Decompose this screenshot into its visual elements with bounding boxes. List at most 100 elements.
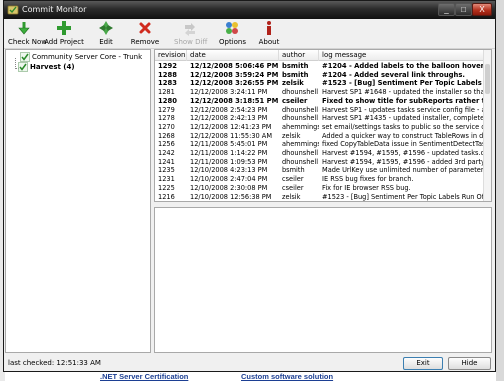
close-button[interactable]: X	[472, 3, 492, 16]
cell-date: 12/11/2008 1:14:22 PM	[190, 149, 268, 157]
remove-label: Remove	[130, 38, 160, 46]
cell-revision: 1292	[158, 62, 177, 70]
cell-date: 12/10/2008 12:56:38 PM	[190, 192, 272, 201]
cell-author: cseiler	[282, 96, 308, 105]
cell-message: Fix for IE browser RSS bug.	[322, 183, 411, 192]
cell-date: 12/12/2008 3:59:24 PM	[190, 70, 279, 79]
column-header-author[interactable]: author	[279, 50, 319, 61]
table-row[interactable]: 1256 12/11/2008 5:45:01 PM ahemmings fixed …	[155, 140, 484, 149]
table-row[interactable]: 1268 12/12/2008 11:55:30 AM zelsik Added a …	[155, 132, 484, 141]
vertical-scrollbar[interactable]	[483, 50, 491, 201]
cell-author: zelsik	[282, 79, 304, 88]
edit-icon	[99, 21, 113, 35]
column-header-revision[interactable]: revision	[155, 50, 187, 61]
column-header-date[interactable]: date	[187, 50, 279, 61]
cell-author: dhounshell	[282, 105, 319, 114]
cell-revision: 1283	[158, 79, 177, 88]
cell-date: 12/10/2008 4:23:13 PM	[190, 166, 268, 175]
toolbar: Check Now Add Project Edit Remove Show D…	[4, 19, 495, 49]
cell-message: #1523 - [Bug] Sentiment Per Topic Labels…	[322, 192, 484, 201]
cell-revision: 1231	[158, 175, 175, 184]
options-icon	[226, 22, 238, 34]
cell-revision: 1225	[158, 183, 175, 192]
cell-revision: 1242	[158, 149, 175, 157]
tree-item-community-server[interactable]: Community Server Core - Trunk	[20, 52, 142, 62]
cell-message: Harvest #1594, #1595, #1596 - updated ta…	[322, 149, 484, 157]
remove-icon	[139, 22, 151, 34]
cell-author: zelsik	[282, 131, 301, 140]
table-row[interactable]: 1231 12/10/2008 2:47:04 PM cseiler IE RSS b…	[155, 175, 484, 184]
hide-button[interactable]: Hide	[448, 357, 491, 370]
cell-date: 12/12/2008 3:26:55 PM	[190, 79, 279, 88]
cell-revision: 1278	[158, 114, 175, 123]
cell-revision: 1280	[158, 96, 177, 105]
cell-message: Made UrlKey use unlimited number of para…	[322, 166, 484, 175]
exit-button[interactable]: Exit	[403, 357, 443, 370]
add-project-button[interactable]: Add Project	[44, 20, 84, 48]
title-bar[interactable]: Commit Monitor _ □ X	[4, 1, 495, 19]
cell-author: dhounshell	[282, 157, 319, 166]
table-row[interactable]: 1288 12/12/2008 3:59:24 PM bsmith #1204 - A…	[155, 71, 484, 80]
cell-message: #1204 - Added several link throughs.	[322, 70, 465, 79]
show-diff-icon	[185, 23, 195, 36]
commit-monitor-window: Commit Monitor _ □ X Check Now Add Proje…	[3, 0, 496, 372]
cell-date: 12/10/2008 2:47:04 PM	[190, 175, 268, 184]
about-icon	[267, 21, 271, 35]
cell-date: 12/12/2008 2:54:23 PM	[190, 105, 268, 114]
cell-revision: 1288	[158, 70, 177, 79]
commit-detail-pane[interactable]	[154, 207, 492, 353]
status-bar: last checked: 12:51:33 AM Exit Hide	[4, 353, 495, 371]
cell-message: Harvest SP1 - updates tasks service conf…	[322, 105, 484, 114]
cell-revision: 1268	[158, 131, 175, 140]
window-title: Commit Monitor	[22, 5, 87, 14]
cell-revision: 1256	[158, 140, 175, 149]
background-link[interactable]: Custom software solution	[241, 372, 333, 381]
check-now-button[interactable]: Check Now	[8, 20, 48, 48]
cell-message: Added a quicker way to construct TableRo…	[322, 131, 484, 140]
tree-item-harvest[interactable]: Harvest (4)	[18, 62, 75, 72]
last-checked-text: last checked: 12:51:33 AM	[8, 359, 101, 367]
table-row[interactable]: 1242 12/11/2008 1:14:22 PM dhounshell Harve…	[155, 149, 484, 158]
table-row[interactable]: 1278 12/12/2008 2:42:13 PM dhounshell Harve…	[155, 114, 484, 123]
scrollbar-thumb[interactable]	[485, 64, 490, 94]
remove-button[interactable]: Remove	[130, 20, 160, 48]
minimize-button[interactable]: _	[438, 3, 455, 16]
edit-button[interactable]: Edit	[95, 20, 117, 48]
cell-message: fixed CopyTableData issue in SentimentDe…	[322, 140, 484, 149]
table-row[interactable]: 1270 12/12/2008 12:41:23 PM ahemmings set e…	[155, 123, 484, 132]
about-label: About	[258, 38, 280, 46]
table-row[interactable]: 1225 12/10/2008 2:30:08 PM cseiler Fix for …	[155, 184, 484, 193]
table-row[interactable]: 1241 12/11/2008 1:09:53 PM dhounshell Harve…	[155, 158, 484, 167]
tree-item-label: Harvest (4)	[30, 63, 75, 71]
project-tree[interactable]: Community Server Core - Trunk Harvest (4…	[5, 49, 151, 353]
table-row[interactable]: 1292 12/12/2008 5:06:46 PM bsmith #1204 - A…	[155, 62, 484, 71]
cell-author: dhounshell	[282, 149, 319, 157]
options-button[interactable]: Options	[219, 20, 246, 48]
table-row[interactable]: 1216 12/10/2008 12:56:38 PM zelsik #1523 - …	[155, 193, 484, 202]
about-button[interactable]: About	[258, 20, 280, 48]
check-now-label: Check Now	[8, 38, 48, 46]
check-now-icon	[18, 22, 30, 35]
table-row[interactable]: 1283 12/12/2008 3:26:55 PM zelsik #1523 - […	[155, 79, 484, 88]
cell-date: 12/12/2008 5:06:46 PM	[190, 62, 279, 70]
commit-list[interactable]: revision date author log message 1292 12/…	[154, 49, 492, 202]
cell-revision: 1270	[158, 122, 175, 131]
background-link[interactable]: .NET Server Certification	[100, 372, 188, 381]
cell-revision: 1281	[158, 88, 175, 97]
cell-date: 12/11/2008 1:09:53 PM	[190, 157, 268, 166]
cell-message: set email/settings tasks to public so th…	[322, 122, 484, 131]
maximize-button[interactable]: □	[455, 3, 472, 16]
table-row[interactable]: 1235 12/10/2008 4:23:13 PM bsmith Made UrlK…	[155, 166, 484, 175]
column-header-log-message[interactable]: log message	[319, 50, 484, 61]
cell-revision: 1235	[158, 166, 175, 175]
cell-author: ahemmings	[282, 140, 319, 149]
table-row[interactable]: 1279 12/12/2008 2:54:23 PM dhounshell Harve…	[155, 106, 484, 115]
cell-date: 12/12/2008 3:18:51 PM	[190, 96, 279, 105]
table-row[interactable]: 1281 12/12/2008 3:24:11 PM dhounshell Harve…	[155, 88, 484, 97]
cell-message: Harvest SP1 #1648 - updated the installe…	[322, 88, 484, 97]
cell-author: bsmith	[282, 70, 309, 79]
cell-author: cseiler	[282, 175, 304, 184]
show-diff-button[interactable]: Show Diff	[174, 20, 207, 48]
table-row[interactable]: 1280 12/12/2008 3:18:51 PM cseiler Fixed to…	[155, 97, 484, 106]
add-project-label: Add Project	[44, 38, 84, 46]
